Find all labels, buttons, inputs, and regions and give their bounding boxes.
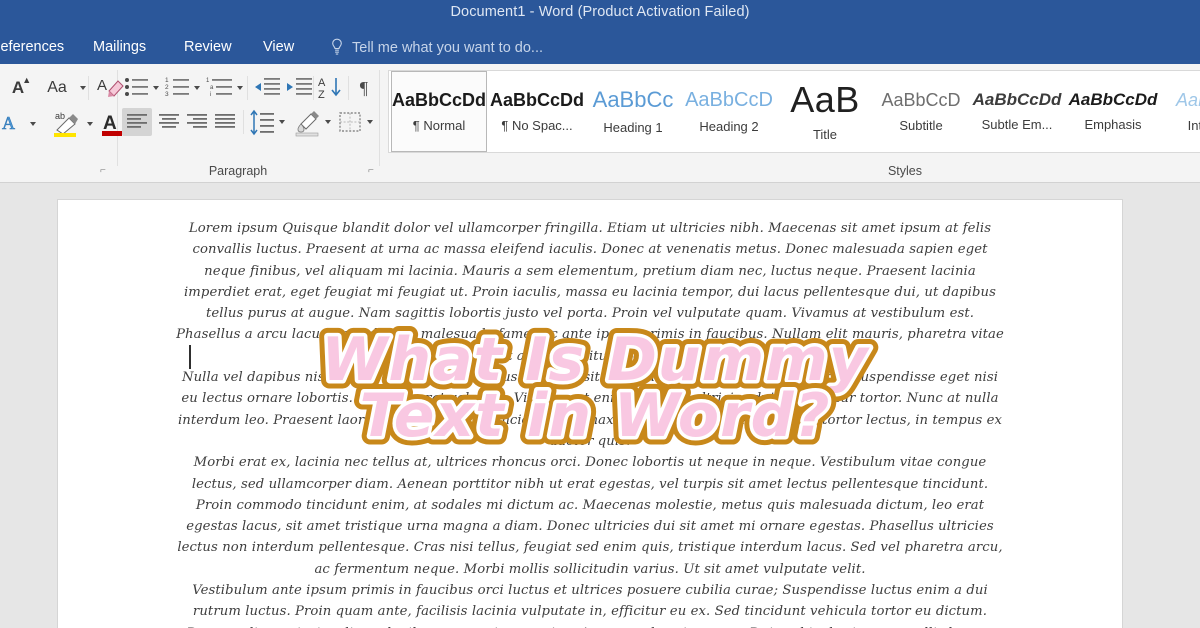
paragraph-mini-separator-2 bbox=[313, 76, 314, 100]
style-label: Subtitle bbox=[899, 117, 943, 133]
style-preview: AaBbCcDd bbox=[1068, 90, 1158, 109]
ribbon-tab-bar: References Mailings Review View Tell me … bbox=[0, 28, 1200, 64]
style-subtitle[interactable]: AaBbCcD Subtitle bbox=[873, 71, 969, 152]
tell-me-search[interactable]: Tell me what you want to do... bbox=[352, 37, 543, 59]
document-paragraph: Morbi erat ex, lacinia nec tellus at, ul… bbox=[177, 455, 1003, 577]
line-spacing-chevron-down-icon[interactable] bbox=[279, 120, 285, 124]
style-preview: AaBbCcDd bbox=[489, 89, 584, 110]
sort-icon[interactable]: A Z bbox=[318, 75, 344, 101]
change-case-icon[interactable]: Aa bbox=[38, 74, 76, 102]
tab-view[interactable]: View bbox=[263, 36, 294, 58]
group-label-paragraph: Paragraph bbox=[208, 164, 268, 178]
document-paragraph: Nulla vel dapibus nisi. Nam vehicula mi … bbox=[177, 370, 1003, 449]
svg-text:A: A bbox=[2, 113, 15, 133]
clear-formatting-icon[interactable]: A bbox=[96, 74, 124, 100]
style-preview: AaBbCcD bbox=[685, 88, 773, 111]
style-label: Heading 1 bbox=[603, 119, 663, 135]
document-paragraph: Vestibulum ante ipsum primis in faucibus… bbox=[187, 583, 994, 628]
bullets-icon[interactable] bbox=[124, 76, 150, 100]
svg-text:A: A bbox=[103, 113, 117, 134]
text-effects-icon[interactable]: A bbox=[0, 110, 26, 136]
multilevel-list-icon[interactable]: 1 a i bbox=[206, 76, 234, 100]
style-heading-2[interactable]: AaBbCcD Heading 2 bbox=[681, 71, 777, 152]
paragraph-mini-separator-1 bbox=[247, 76, 248, 100]
group-label-styles: Styles bbox=[887, 164, 923, 178]
svg-text:a: a bbox=[210, 85, 214, 91]
svg-text:1: 1 bbox=[206, 78, 210, 84]
style-label: Emphasis bbox=[1084, 117, 1142, 132]
decrease-indent-icon[interactable] bbox=[253, 76, 281, 100]
paragraph-mini-separator-3 bbox=[348, 76, 349, 100]
style-title[interactable]: AaB Title bbox=[777, 71, 873, 152]
numbering-icon[interactable]: 1 2 3 bbox=[165, 76, 191, 100]
show-formatting-marks-icon[interactable]: ¶ bbox=[352, 74, 376, 102]
style-preview: AaB bbox=[790, 78, 860, 120]
style-preview: AaBbCc bbox=[1175, 89, 1200, 110]
style-normal[interactable]: AaBbCcDd ¶ Normal bbox=[391, 71, 487, 152]
numbering-chevron-down-icon[interactable] bbox=[194, 86, 200, 90]
multilevel-chevron-down-icon[interactable] bbox=[237, 86, 243, 90]
svg-text:A: A bbox=[97, 77, 107, 94]
highlight-chevron-down-icon[interactable] bbox=[87, 122, 93, 126]
style-subtle-emphasis[interactable]: AaBbCcDd Subtle Em... bbox=[969, 71, 1065, 152]
style-heading-1[interactable]: AaBbCc Heading 1 bbox=[585, 71, 681, 152]
style-label: ¶ No Spac... bbox=[501, 117, 573, 133]
tab-references[interactable]: References bbox=[0, 36, 64, 58]
svg-text:A: A bbox=[318, 77, 326, 89]
style-label: Intense bbox=[1187, 117, 1200, 133]
borders-chevron-down-icon[interactable] bbox=[367, 120, 373, 124]
bullets-chevron-down-icon[interactable] bbox=[153, 86, 159, 90]
style-preview: AaBbCcD bbox=[881, 89, 961, 110]
style-preview: AaBbCcDd bbox=[392, 89, 487, 110]
svg-text:3: 3 bbox=[165, 91, 169, 98]
document-page[interactable]: Lorem ipsum Quisque blandit dolor vel ul… bbox=[58, 200, 1122, 628]
align-right-icon[interactable] bbox=[182, 108, 212, 136]
line-spacing-icon[interactable] bbox=[248, 108, 276, 136]
svg-text:ab: ab bbox=[55, 111, 65, 121]
group-separator-paragraph bbox=[379, 70, 380, 166]
svg-text:1: 1 bbox=[165, 77, 169, 84]
shading-chevron-down-icon[interactable] bbox=[325, 120, 331, 124]
align-center-icon[interactable] bbox=[154, 108, 184, 136]
style-label: Heading 2 bbox=[699, 118, 759, 134]
document-body[interactable]: Lorem ipsum Quisque blandit dolor vel ul… bbox=[176, 218, 1004, 628]
text-insertion-caret bbox=[189, 345, 191, 369]
align-left-icon[interactable] bbox=[122, 108, 152, 136]
text-effects-chevron-down-icon[interactable] bbox=[30, 122, 36, 126]
font-dialog-launcher[interactable]: ⌐ bbox=[100, 165, 111, 176]
lightbulb-icon bbox=[332, 38, 342, 55]
svg-text:i: i bbox=[210, 92, 211, 98]
styles-gallery: AaBbCcDd ¶ Normal AaBbCcDd ¶ No Spac... … bbox=[388, 70, 1200, 153]
grow-font-icon[interactable]: A ▲ bbox=[2, 74, 34, 102]
word-window: Document1 - Word (Product Activation Fai… bbox=[0, 0, 1200, 628]
change-case-chevron-down-icon[interactable] bbox=[80, 86, 86, 90]
style-label: Subtle Em... bbox=[981, 117, 1053, 132]
style-label: ¶ Normal bbox=[412, 117, 466, 133]
style-preview: AaBbCc bbox=[592, 86, 674, 112]
document-paragraph: Lorem ipsum Quisque blandit dolor vel ul… bbox=[176, 221, 1004, 364]
style-emphasis[interactable]: AaBbCcDd Emphasis bbox=[1065, 71, 1161, 152]
text-highlight-color-icon[interactable]: ab bbox=[52, 108, 82, 138]
window-title: Document1 - Word (Product Activation Fai… bbox=[450, 4, 750, 20]
style-label: Title bbox=[812, 126, 838, 142]
increase-indent-icon[interactable] bbox=[285, 76, 313, 100]
tab-mailings[interactable]: Mailings bbox=[93, 36, 146, 58]
svg-text:Z: Z bbox=[318, 89, 325, 101]
title-bar: Document1 - Word (Product Activation Fai… bbox=[0, 0, 1200, 28]
tab-review[interactable]: Review bbox=[184, 36, 232, 58]
style-intense[interactable]: AaBbCc Intense bbox=[1161, 71, 1200, 152]
shading-icon[interactable] bbox=[292, 107, 322, 137]
paragraph-mini-separator-4 bbox=[243, 110, 244, 134]
style-preview: AaBbCcDd bbox=[972, 90, 1062, 109]
borders-icon[interactable] bbox=[336, 108, 364, 136]
style-no-spacing[interactable]: AaBbCcDd ¶ No Spac... bbox=[489, 71, 585, 152]
font-mini-separator bbox=[88, 76, 89, 100]
paragraph-dialog-launcher[interactable]: ⌐ bbox=[368, 165, 379, 176]
svg-text:2: 2 bbox=[165, 84, 169, 91]
justify-icon[interactable] bbox=[210, 108, 240, 136]
document-area[interactable]: Lorem ipsum Quisque blandit dolor vel ul… bbox=[0, 183, 1200, 628]
